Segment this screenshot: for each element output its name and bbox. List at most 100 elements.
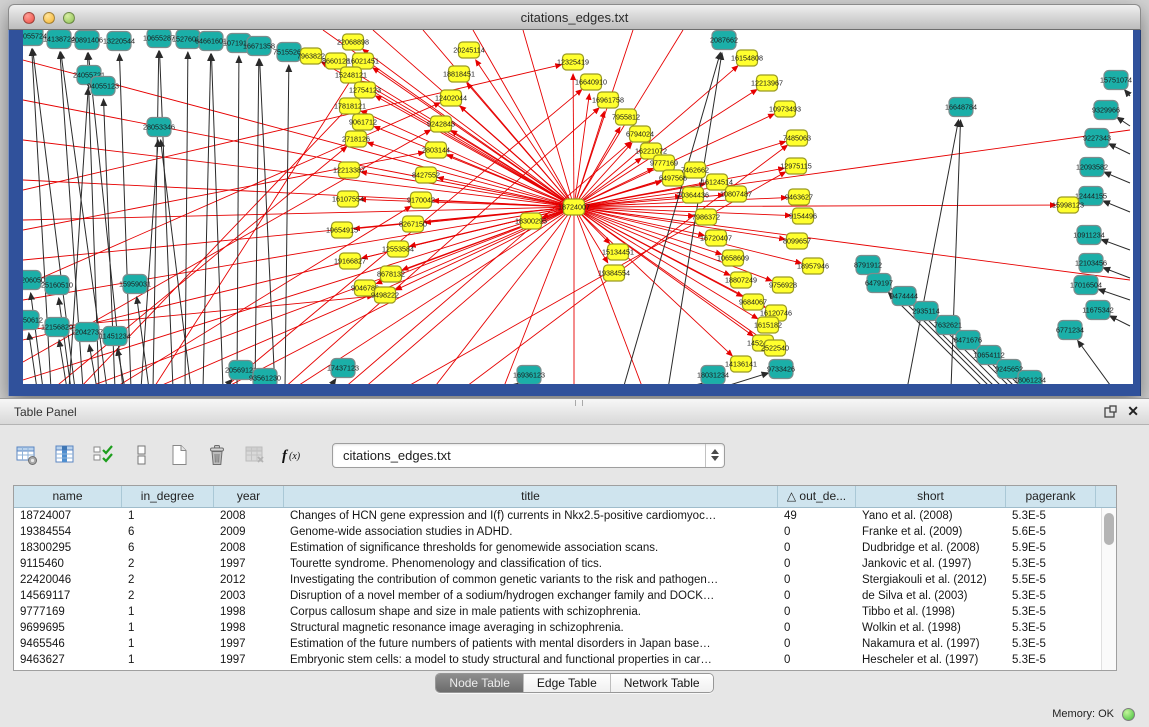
panel-resize-grip[interactable] <box>575 400 583 406</box>
network-node[interactable]: 17437123 <box>327 359 359 378</box>
network-node[interactable]: 9061712 <box>349 114 377 130</box>
network-node[interactable]: 7963822 <box>297 48 325 64</box>
network-node[interactable]: 12103456 <box>1075 254 1107 273</box>
black-edge[interactable] <box>160 51 173 384</box>
red-edge[interactable] <box>574 207 732 356</box>
network-node[interactable]: 9463627 <box>785 189 813 205</box>
black-edge[interactable] <box>511 383 519 384</box>
network-node[interactable]: 8791912 <box>854 256 882 275</box>
table-row[interactable]: 946362711997Embryonic stem cells: a mode… <box>14 652 1101 668</box>
black-edge[interactable] <box>1098 289 1130 300</box>
black-edge[interactable] <box>1101 239 1130 250</box>
network-node[interactable]: 7462662 <box>681 162 709 178</box>
column-header-in_degree[interactable]: in_degree <box>122 486 214 507</box>
black-edge[interactable] <box>1078 341 1113 384</box>
black-edge[interactable] <box>223 379 232 384</box>
network-node[interactable]: 9227343 <box>1083 129 1111 148</box>
red-edge[interactable] <box>573 74 574 207</box>
table-row[interactable]: 977716911998Corpus callosum shape and si… <box>14 604 1101 620</box>
float-panel-icon[interactable] <box>1104 405 1117 418</box>
function-builder-icon[interactable]: f(x) <box>280 442 306 468</box>
table-row[interactable]: 1872400712008Changes of HCN gene express… <box>14 508 1101 524</box>
black-edge[interactable] <box>1109 144 1130 154</box>
network-node[interactable]: 2718126 <box>342 131 370 147</box>
black-edge[interactable] <box>1104 172 1130 183</box>
column-header-short[interactable]: short <box>856 486 1006 507</box>
network-node[interactable]: 18031234 <box>697 366 729 385</box>
network-node[interactable]: 25160510 <box>41 276 73 295</box>
delete-trash-icon[interactable] <box>204 442 230 468</box>
network-node[interactable]: 6771234 <box>1056 321 1084 340</box>
network-node[interactable]: 9242843 <box>427 116 455 132</box>
network-node[interactable]: 93561230 <box>249 369 281 385</box>
black-edge[interactable] <box>1103 268 1130 278</box>
network-node[interactable]: 12754123 <box>349 82 381 98</box>
table-row[interactable]: 911546021997Tourette syndrome. Phenomeno… <box>14 556 1101 572</box>
network-node[interactable]: 9170042 <box>407 192 435 208</box>
network-node[interactable]: 9756928 <box>769 277 797 293</box>
network-node[interactable]: 18807249 <box>725 272 757 288</box>
network-node[interactable]: 20245114 <box>453 42 484 58</box>
black-edge[interactable] <box>203 54 211 384</box>
create-table-icon[interactable] <box>166 442 192 468</box>
black-edge[interactable] <box>1117 117 1130 126</box>
red-edge[interactable] <box>23 207 574 380</box>
network-node[interactable]: 16107554 <box>332 191 364 207</box>
network-node[interactable]: 22068898 <box>337 34 369 50</box>
black-edge[interactable] <box>185 52 188 384</box>
citation-network-graph[interactable]: 2405572414138724208914061322054410655287… <box>23 30 1133 384</box>
table-row[interactable]: 1456911722003Disruption of a novel membe… <box>14 588 1101 604</box>
tab-node-table[interactable]: Node Table <box>436 674 524 692</box>
network-node[interactable]: 7955812 <box>612 109 640 125</box>
network-node[interactable]: 17016504 <box>1070 276 1102 295</box>
column-header-title[interactable]: title <box>284 486 778 507</box>
table-row[interactable]: 1830029562008Estimation of significance … <box>14 540 1101 556</box>
network-node[interactable]: 8678132 <box>377 266 405 282</box>
network-node[interactable]: 9777169 <box>650 155 678 171</box>
row-tools-icon[interactable] <box>128 442 154 468</box>
network-node[interactable]: 7485063 <box>783 130 811 146</box>
scrollbar-thumb[interactable] <box>1104 513 1114 545</box>
tab-network-table[interactable]: Network Table <box>611 674 713 692</box>
network-node[interactable]: 2522540 <box>761 340 789 356</box>
network-node[interactable]: 12093582 <box>1076 158 1108 177</box>
network-node[interactable]: 10658609 <box>717 250 749 266</box>
show-columns-icon[interactable] <box>90 442 116 468</box>
table-row[interactable]: 1938455462009Genome-wide association stu… <box>14 524 1101 540</box>
network-node[interactable]: 2087662 <box>710 31 738 50</box>
black-edge[interactable] <box>1125 90 1130 96</box>
column-header-out_de[interactable]: △ out_de... <box>778 486 856 507</box>
network-node[interactable]: 9733426 <box>767 360 795 379</box>
network-node[interactable]: 16154808 <box>731 50 763 66</box>
network-node[interactable]: 18957946 <box>797 258 829 274</box>
table-panel-header[interactable]: Table Panel ✕ <box>0 399 1149 425</box>
network-node[interactable]: 6479197 <box>865 274 893 293</box>
network-node[interactable]: 16648784 <box>945 98 977 117</box>
network-node[interactable]: 18061234 <box>1014 371 1046 385</box>
network-node[interactable]: 94055123 <box>87 77 119 96</box>
network-node[interactable]: 8427552 <box>412 167 440 183</box>
black-edge[interactable] <box>59 340 67 384</box>
black-edge[interactable] <box>211 54 223 384</box>
network-node[interactable]: 12325419 <box>557 54 589 70</box>
network-node[interactable]: 10911234 <box>1073 226 1104 245</box>
network-node[interactable]: 15751074 <box>1100 71 1132 90</box>
select-column-icon[interactable] <box>52 442 78 468</box>
network-node[interactable]: 12975115 <box>780 158 811 174</box>
network-node[interactable]: 12156829 <box>41 318 73 337</box>
network-node[interactable]: 9474444 <box>890 287 918 306</box>
network-node[interactable]: 12402044 <box>435 90 467 106</box>
black-edge[interactable] <box>31 293 43 384</box>
black-edge[interactable] <box>117 349 125 384</box>
network-node[interactable]: 19166827 <box>334 253 366 269</box>
network-node[interactable]: 8099657 <box>783 233 811 249</box>
network-node[interactable]: 13220544 <box>103 32 135 51</box>
network-node[interactable]: 18818451 <box>443 66 475 82</box>
black-edge[interactable] <box>695 383 703 384</box>
black-edge[interactable] <box>1103 201 1130 212</box>
black-edge[interactable] <box>237 56 239 384</box>
vertical-scrollbar[interactable] <box>1101 508 1116 670</box>
network-node[interactable]: 19654915 <box>326 222 358 238</box>
network-node[interactable]: 12553584 <box>382 241 414 257</box>
network-node[interactable]: 16936123 <box>513 366 545 385</box>
